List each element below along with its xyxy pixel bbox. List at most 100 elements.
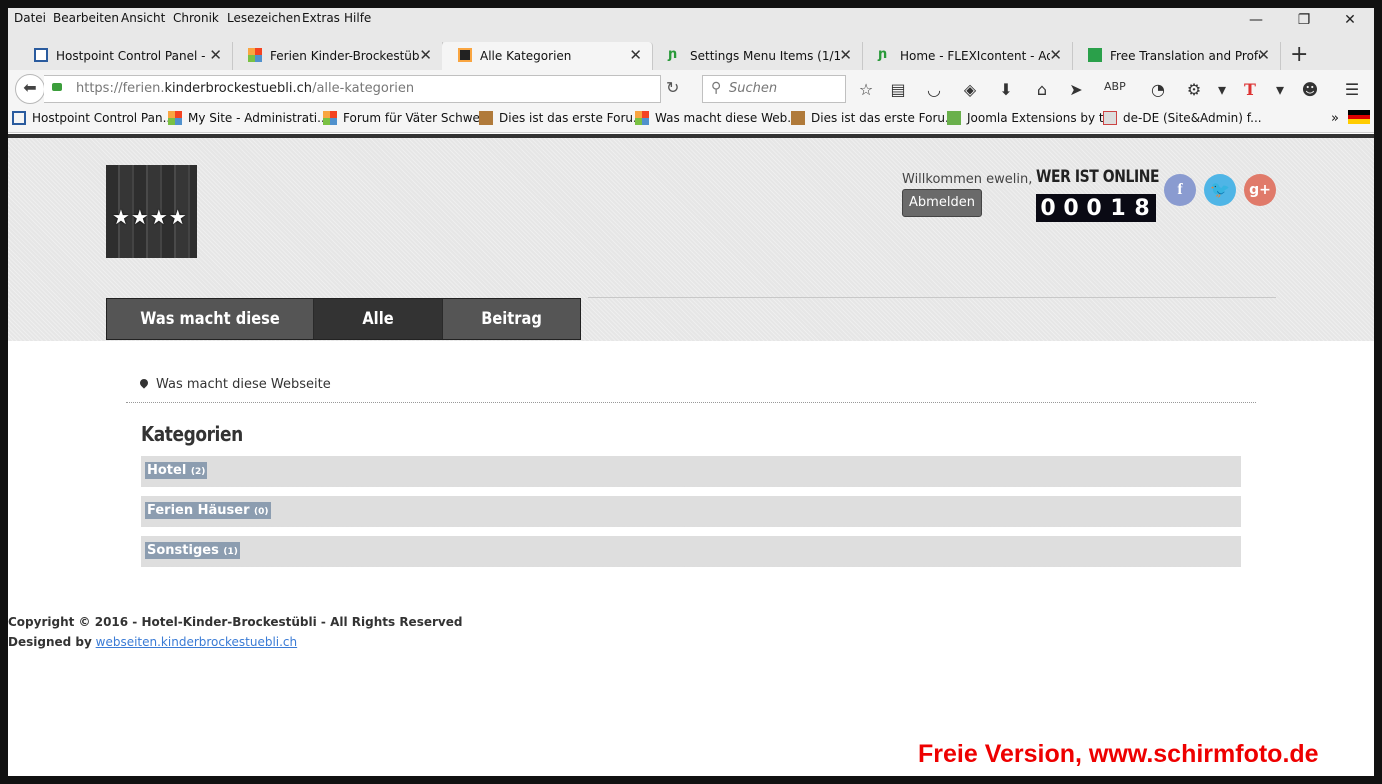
category-link[interactable]: Hotel (2) (145, 462, 208, 479)
tab-label: Free Translation and Profe... (1110, 49, 1260, 63)
translation-icon (1088, 48, 1102, 62)
menu-hilfe[interactable]: Hilfe (344, 11, 371, 25)
adblock-icon[interactable]: ABP (1104, 80, 1126, 93)
tab-label: Ferien Kinder-Brockestübli... (270, 49, 420, 63)
menu-lesezeichen[interactable]: Lesezeichen (227, 11, 301, 25)
search-placeholder: Suchen (729, 81, 778, 96)
close-tab-icon[interactable]: ✕ (209, 46, 222, 64)
minimize-button[interactable]: — (1234, 10, 1278, 30)
tab-label: Settings Menu Items (1/1) ... (690, 49, 840, 63)
bookmark-item[interactable]: Joomla Extensions by t... (947, 111, 1115, 125)
menu-datei[interactable]: Datei (14, 11, 46, 25)
counter-digit: 8 (1134, 196, 1150, 221)
copyright-text: Copyright © 2016 - Hotel-Kinder-Brockest… (8, 615, 463, 629)
smiley-icon[interactable]: ☻ (1300, 80, 1320, 99)
history-icon[interactable]: ◔ (1148, 80, 1168, 99)
nav-item-alle-kategorien[interactable]: Alle Kategorien (314, 299, 442, 369)
bookmark-item[interactable]: Dies ist das erste Foru... (479, 111, 644, 125)
german-flag-icon[interactable] (1348, 110, 1370, 124)
forum-icon (791, 111, 805, 125)
category-row[interactable]: Sonstiges (1) (141, 536, 1241, 567)
logout-button[interactable]: Abmelden (902, 189, 982, 217)
home-icon[interactable]: ⌂ (1032, 80, 1052, 99)
tab-ferien[interactable]: Ferien Kinder-Brockestübli... ✕ (232, 42, 443, 70)
close-tab-icon[interactable]: ✕ (419, 46, 432, 64)
tab-settings-menu-items[interactable]: ɲ Settings Menu Items (1/1) ... ✕ (652, 42, 863, 70)
page-title: Kategorien (141, 422, 243, 446)
tab-hostpoint[interactable]: Hostpoint Control Panel - ... ✕ (18, 42, 233, 70)
bookmark-item[interactable]: Dies ist das erste Foru... (791, 111, 956, 125)
translate-t-icon[interactable]: T (1240, 80, 1260, 99)
gear-addon-icon[interactable]: ⚙ (1184, 80, 1204, 99)
counter-digit: 1 (1110, 196, 1126, 221)
google-plus-icon[interactable]: g+ (1244, 174, 1276, 206)
watermark-text: Freie Version, www.schirmfoto.de (918, 740, 1319, 768)
menu-extras[interactable]: Extras (302, 11, 340, 25)
joomla-icon (635, 111, 649, 125)
search-input[interactable]: ⚲ Suchen (702, 75, 846, 103)
tab-label: Alle Kategorien (480, 49, 572, 63)
search-icon: ⚲ (711, 80, 722, 96)
category-link[interactable]: Sonstiges (1) (145, 542, 240, 559)
bookmark-star-icon[interactable]: ☆ (856, 80, 876, 99)
site-logo[interactable]: ★★★★ (106, 165, 197, 258)
dropdown-icon[interactable]: ▾ (1212, 80, 1232, 99)
close-tab-icon[interactable]: ✕ (839, 46, 852, 64)
flexicontent-icon: ɲ (878, 47, 888, 62)
menu-bar: Datei Bearbeiten Ansicht Chronik Lesezei… (8, 8, 1374, 30)
category-row[interactable]: Ferien Häuser (0) (141, 496, 1241, 527)
tab-alle-kategorien[interactable]: Alle Kategorien ✕ (442, 42, 653, 70)
joomla-icon (458, 48, 472, 62)
category-row[interactable]: Hotel (2) (141, 456, 1241, 487)
close-tab-icon[interactable]: ✕ (1049, 46, 1062, 64)
joomla-icon (323, 111, 337, 125)
close-tab-icon[interactable]: ✕ (629, 46, 642, 64)
addon-icon[interactable]: ◈ (960, 80, 980, 99)
nav-item-was-macht-diese-webseite[interactable]: Was macht diese Webseite (107, 299, 313, 369)
bookmark-item[interactable]: Hostpoint Control Pan... (12, 111, 174, 125)
joomla-extensions-icon (947, 111, 961, 125)
hostpoint-icon (34, 48, 48, 62)
bookmark-item[interactable]: Was macht diese Web... (635, 111, 799, 125)
twitter-icon[interactable]: 🐦 (1204, 174, 1236, 206)
menu-chronik[interactable]: Chronik (173, 11, 219, 25)
pocket-icon[interactable]: ◡ (924, 80, 944, 99)
dropdown-icon[interactable]: ▾ (1270, 80, 1290, 99)
category-link[interactable]: Ferien Häuser (0) (145, 502, 271, 519)
breadcrumb: Was macht diese Webseite (138, 377, 331, 392)
tab-free-translation[interactable]: Free Translation and Profe... ✕ (1072, 42, 1281, 70)
bookmarks-overflow-icon[interactable]: » (1331, 111, 1339, 126)
map-pin-icon (138, 377, 150, 389)
browser-window: Datei Bearbeiten Ansicht Chronik Lesezei… (8, 8, 1374, 776)
nav-item-beitrag-erstellen[interactable]: Beitrag Erstellen (443, 299, 580, 369)
bookmark-item[interactable]: de-DE (Site&Admin) f... (1103, 111, 1262, 125)
maximize-button[interactable]: ❐ (1282, 10, 1326, 30)
url-text: https://ferien.kinderbrockestuebli.ch/al… (76, 81, 415, 96)
bookmark-item[interactable]: Forum für Väter Schwe... (323, 111, 491, 125)
back-button[interactable]: ⬅ (15, 74, 45, 104)
reload-icon[interactable]: ↻ (666, 78, 679, 97)
breadcrumb-link[interactable]: Was macht diese Webseite (156, 377, 331, 392)
welcome-text: Willkommen ewelin, (902, 172, 1033, 187)
counter-digit: 0 (1040, 196, 1056, 221)
menu-ansicht[interactable]: Ansicht (121, 11, 165, 25)
flexicontent-icon: ɲ (668, 47, 678, 62)
forum-icon (479, 111, 493, 125)
hamburger-menu-icon[interactable]: ☰ (1342, 80, 1362, 99)
joomla-icon (168, 111, 182, 125)
url-bar[interactable]: https://ferien.kinderbrockestuebli.ch/al… (44, 75, 661, 103)
tab-home-flexicontent[interactable]: ɲ Home - FLEXIcontent - Ad... ✕ (862, 42, 1073, 70)
tab-label: Home - FLEXIcontent - Ad... (900, 49, 1050, 63)
close-tab-icon[interactable]: ✕ (1257, 46, 1270, 64)
menu-bearbeiten[interactable]: Bearbeiten (53, 11, 119, 25)
designer-link[interactable]: webseiten.kinderbrockestuebli.ch (96, 635, 298, 649)
new-tab-button[interactable]: + (1290, 42, 1308, 67)
download-icon[interactable]: ⬇ (996, 80, 1016, 99)
nav-toolbar: ⬅ https://ferien.kinderbrockestuebli.ch/… (8, 70, 1374, 106)
close-window-button[interactable]: ✕ (1328, 10, 1372, 30)
bookmark-item[interactable]: My Site - Administrati... (168, 111, 329, 125)
send-icon[interactable]: ➤ (1066, 80, 1086, 99)
reading-list-icon[interactable]: ▤ (888, 80, 908, 99)
breadcrumb-divider (126, 402, 1256, 403)
facebook-icon[interactable]: f (1164, 174, 1196, 206)
